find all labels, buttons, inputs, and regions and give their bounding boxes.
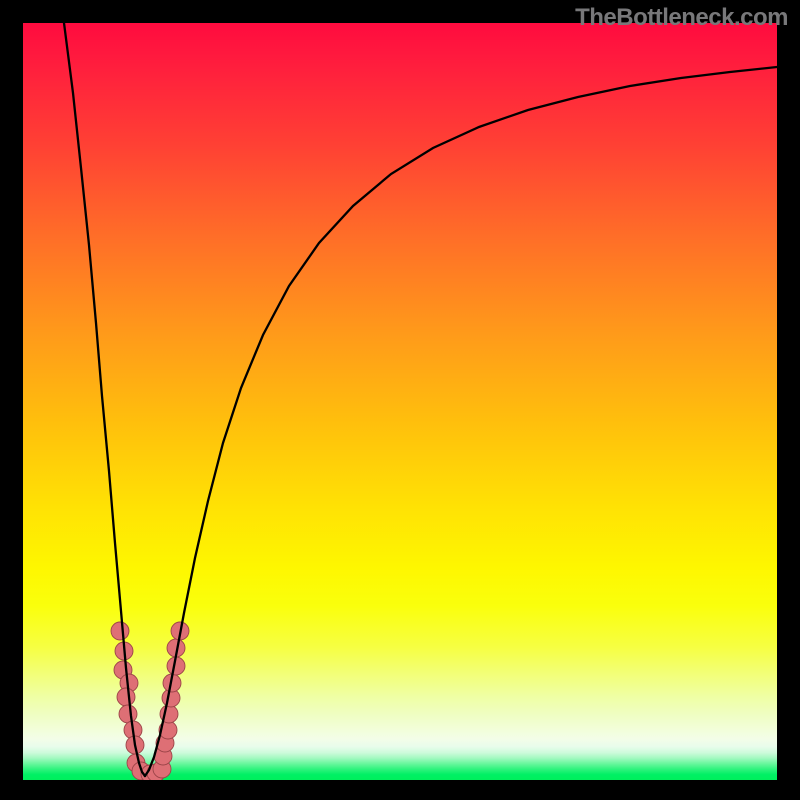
curve-right-branch [145,67,777,776]
data-point-dot [119,705,137,723]
data-point-dot [111,622,129,640]
watermark-text: TheBottleneck.com [575,4,788,32]
chart-frame: TheBottleneck.com [0,0,800,800]
curve-left-branch [64,23,145,776]
plot-area [23,23,777,780]
curve-layer [23,23,777,780]
data-point-dot [117,688,135,706]
